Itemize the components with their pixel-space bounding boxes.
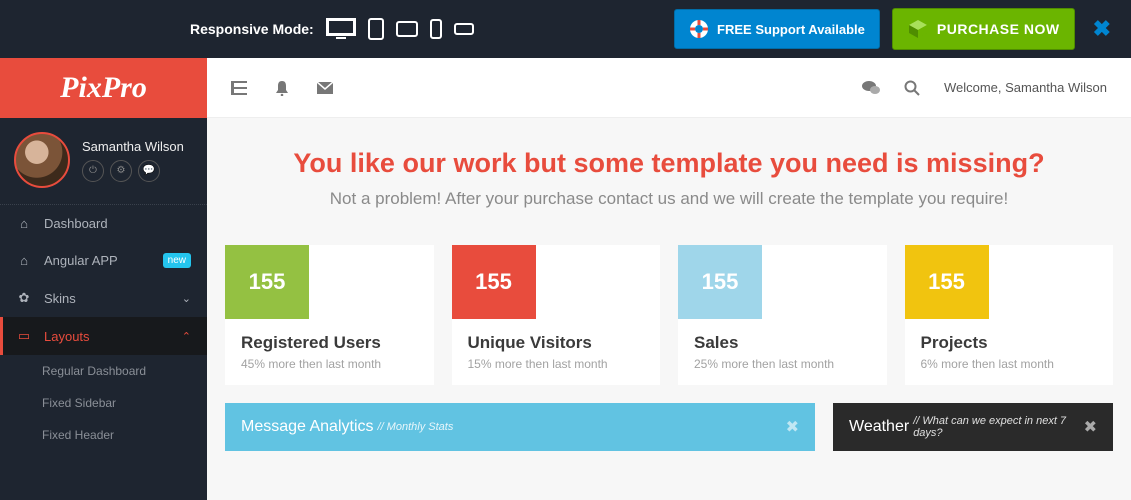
phone-landscape-icon[interactable]	[454, 23, 474, 35]
gear-icon[interactable]: ⚙	[110, 160, 132, 182]
sidebar-nav: ⌂ Dashboard ⌂ Angular APP new ✿ Skins ⌄ ▭ Layo…	[0, 205, 207, 355]
nav-angular[interactable]: ⌂ Angular APP new	[0, 242, 207, 279]
subnav-regular-dashboard[interactable]: Regular Dashboard	[0, 355, 207, 387]
promo-banner: You like our work but some template you …	[207, 118, 1131, 227]
header-right: Welcome, Samantha Wilson	[207, 58, 1131, 118]
phone-portrait-icon[interactable]	[430, 19, 442, 39]
menu-toggle-icon[interactable]	[231, 81, 247, 95]
stat-title: Registered Users	[225, 319, 434, 357]
power-icon[interactable]: ⏻	[82, 160, 104, 182]
panel-title: Weather	[849, 418, 909, 436]
stat-title: Unique Visitors	[452, 319, 661, 357]
close-demo-bar-icon[interactable]: ✖	[1093, 16, 1111, 42]
stat-card-registered-users[interactable]: 155 Registered Users 45% more then last …	[225, 245, 434, 385]
profile-actions: ⏻ ⚙ 💬	[82, 160, 184, 182]
sidebar: Samantha Wilson ⏻ ⚙ 💬 ⌂ Dashboard ⌂ Angula…	[0, 118, 207, 500]
stat-subtitle: 45% more then last month	[225, 357, 434, 371]
layout-icon: ▭	[16, 328, 32, 344]
panel-message-analytics: Message Analytics // Monthly Stats ✖	[225, 403, 815, 451]
chat-icon[interactable]	[862, 80, 880, 96]
lifering-icon	[689, 19, 709, 39]
stat-card-unique-visitors[interactable]: 155 Unique Visitors 15% more then last m…	[452, 245, 661, 385]
stat-value: 155	[905, 245, 989, 319]
stats-row: 155 Registered Users 45% more then last …	[207, 227, 1131, 385]
avatar[interactable]	[14, 132, 70, 188]
box-icon	[907, 18, 929, 40]
tablet-landscape-icon[interactable]	[396, 21, 418, 37]
close-icon[interactable]: ✖	[1084, 417, 1097, 437]
tablet-portrait-icon[interactable]	[368, 18, 384, 40]
desktop-icon[interactable]	[326, 18, 356, 40]
nav-dashboard[interactable]: ⌂ Dashboard	[0, 205, 207, 242]
panel-subtitle: // Monthly Stats	[378, 421, 454, 433]
stat-title: Projects	[905, 319, 1114, 357]
nav-layouts[interactable]: ▭ Layouts ⌃	[0, 317, 207, 355]
subnav-fixed-header[interactable]: Fixed Header	[0, 419, 207, 451]
stat-value: 155	[452, 245, 536, 319]
stat-subtitle: 25% more then last month	[678, 357, 887, 371]
nav-angular-label: Angular APP	[44, 253, 118, 268]
chevron-down-icon: ⌄	[182, 292, 191, 305]
content-area: You like our work but some template you …	[207, 118, 1131, 500]
panel-title: Message Analytics	[241, 418, 374, 436]
nav-skins[interactable]: ✿ Skins ⌄	[0, 279, 207, 317]
subnav-fixed-sidebar[interactable]: Fixed Sidebar	[0, 387, 207, 419]
nav-dashboard-label: Dashboard	[44, 216, 108, 231]
stat-subtitle: 6% more then last month	[905, 357, 1114, 371]
welcome-text[interactable]: Welcome, Samantha Wilson	[944, 80, 1107, 95]
nav-skins-label: Skins	[44, 291, 76, 306]
comment-icon[interactable]: 💬	[138, 160, 160, 182]
chevron-up-icon: ⌃	[182, 330, 191, 343]
purchase-button-label: PURCHASE NOW	[937, 21, 1060, 37]
panels-row: Message Analytics // Monthly Stats ✖ Wea…	[207, 385, 1131, 469]
app-header: PixPro Welcome, Samantha Wilson	[0, 58, 1131, 118]
search-icon[interactable]	[904, 80, 920, 96]
responsive-mode-label: Responsive Mode:	[190, 21, 314, 37]
profile-name: Samantha Wilson	[82, 139, 184, 154]
layouts-subnav: Regular Dashboard Fixed Sidebar Fixed He…	[0, 355, 207, 451]
stat-card-projects[interactable]: 155 Projects 6% more then last month	[905, 245, 1114, 385]
demo-topbar: Responsive Mode: FREE Support Available …	[0, 0, 1131, 58]
new-badge: new	[163, 253, 191, 268]
stat-title: Sales	[678, 319, 887, 357]
home-icon: ⌂	[16, 216, 32, 231]
header-icons-right: Welcome, Samantha Wilson	[862, 80, 1107, 96]
promo-title: You like our work but some template you …	[227, 148, 1111, 179]
logo[interactable]: PixPro	[0, 58, 207, 118]
gear-icon: ✿	[16, 290, 32, 306]
promo-subtitle: Not a problem! After your purchase conta…	[227, 189, 1111, 209]
support-button[interactable]: FREE Support Available	[674, 9, 880, 49]
purchase-button[interactable]: PURCHASE NOW	[892, 8, 1075, 50]
device-icons	[326, 18, 474, 40]
profile-block: Samantha Wilson ⏻ ⚙ 💬	[0, 118, 207, 205]
stat-value: 155	[225, 245, 309, 319]
close-icon[interactable]: ✖	[786, 417, 799, 437]
support-button-label: FREE Support Available	[717, 22, 865, 37]
header-icons-left	[231, 80, 333, 96]
bell-icon[interactable]	[275, 80, 289, 96]
stat-subtitle: 15% more then last month	[452, 357, 661, 371]
stat-card-sales[interactable]: 155 Sales 25% more then last month	[678, 245, 887, 385]
mail-icon[interactable]	[317, 82, 333, 94]
nav-layouts-label: Layouts	[44, 329, 90, 344]
panel-weather: Weather // What can we expect in next 7 …	[833, 403, 1113, 451]
home-icon: ⌂	[16, 253, 32, 268]
panel-subtitle: // What can we expect in next 7 days?	[913, 415, 1083, 439]
stat-value: 155	[678, 245, 762, 319]
